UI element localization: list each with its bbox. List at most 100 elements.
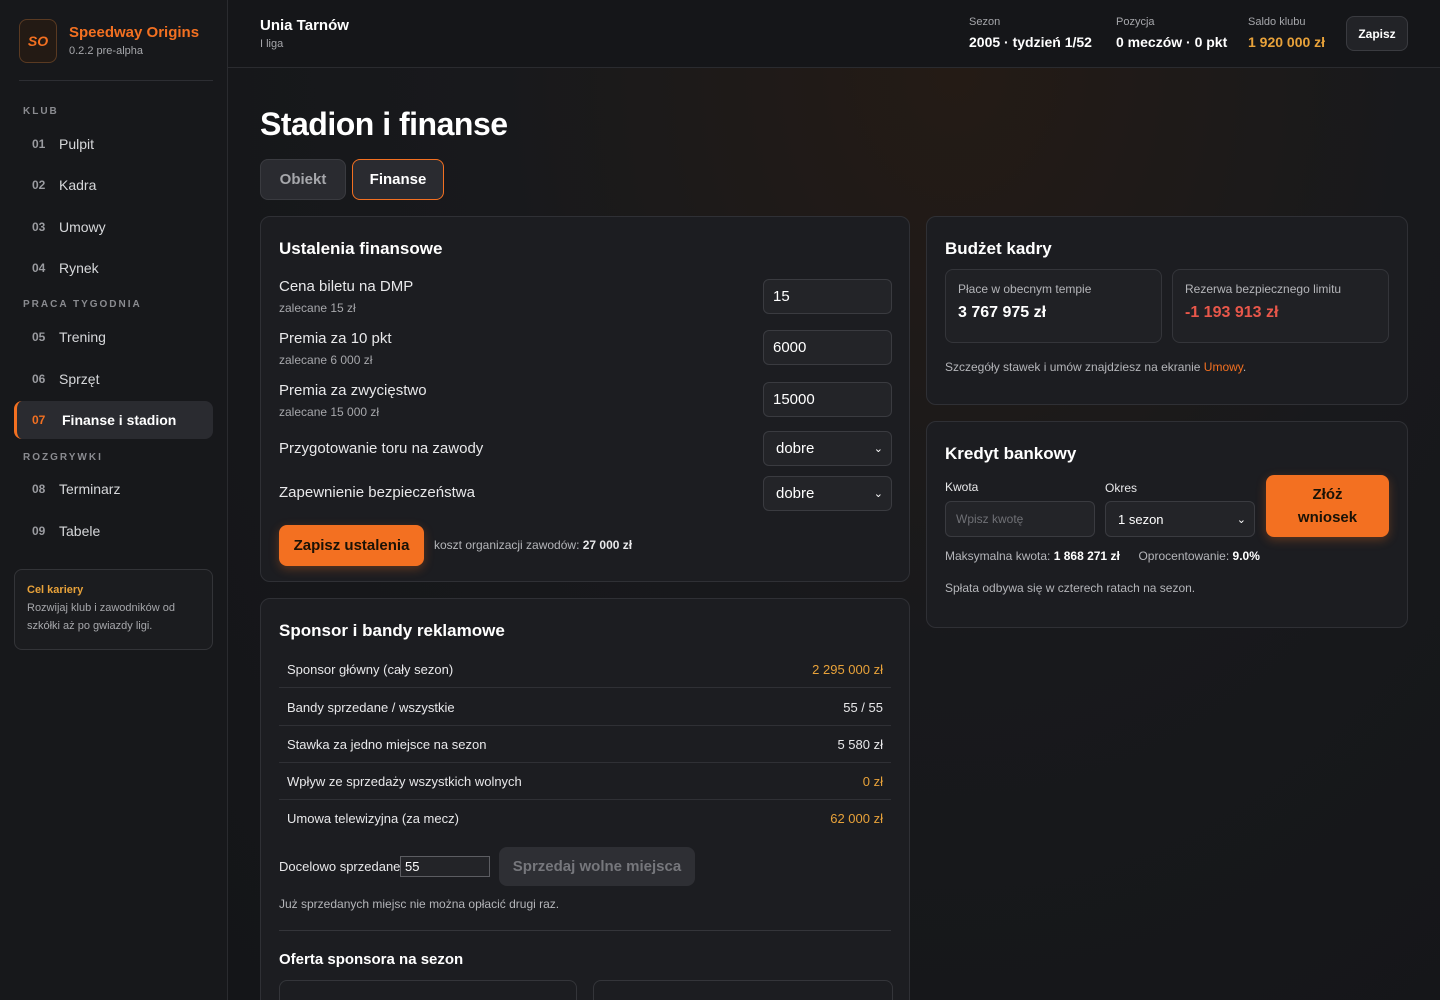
row-label: Stawka za jedno miejsce na sezon xyxy=(287,736,487,752)
app-name: Speedway Origins xyxy=(69,24,200,41)
sponsor-offer-option[interactable] xyxy=(279,980,577,1000)
row-value: 5 580 zł xyxy=(837,736,883,752)
nav-number: 06 xyxy=(32,372,46,386)
nav-label: Kadra xyxy=(59,177,97,193)
apply-loan-button[interactable]: Złóż wniosek xyxy=(1266,475,1389,537)
career-goal-card: Cel kariery Rozwijaj klub i zawodników o… xyxy=(14,569,213,650)
team-league: I liga xyxy=(260,38,284,50)
loan-period-select[interactable]: 1 sezon ⌄ xyxy=(1105,501,1255,537)
sidebar-item-kadra[interactable]: 02 Kadra xyxy=(14,166,213,204)
nav-label: Trening xyxy=(59,329,106,345)
topbar: Unia Tarnów I liga Sezon 2005 · tydzień … xyxy=(228,0,1440,68)
save-settings-button[interactable]: Zapisz ustalenia xyxy=(279,525,424,566)
sidebar-item-umowy[interactable]: 03 Umowy xyxy=(14,208,213,246)
loan-period-label: Okres xyxy=(1105,481,1138,495)
bank-loan-card: Kredyt bankowy Kwota Wpisz kwotę Okres 1… xyxy=(926,421,1408,628)
sidebar-item-rynek[interactable]: 04 Rynek xyxy=(14,249,213,287)
sidebar-item-trening[interactable]: 05 Trening xyxy=(14,318,213,356)
chevron-down-icon: ⌄ xyxy=(1236,513,1246,526)
ticket-price-input[interactable]: 15 xyxy=(763,279,892,314)
balance-value: 1 920 000 zł xyxy=(1248,34,1326,50)
sell-free-spots-button[interactable]: Sprzedaj wolne miejsca xyxy=(499,847,695,886)
nav-label: Sprzęt xyxy=(59,371,100,387)
divider xyxy=(279,930,891,931)
bonus-10pts-input[interactable]: 6000 xyxy=(763,330,892,365)
tab-obiekt[interactable]: Obiekt xyxy=(260,159,346,200)
safety-select[interactable]: dobre ⌄ xyxy=(763,476,892,511)
sponsor-offer-title: Oferta sponsora na sezon xyxy=(279,951,464,968)
nav-label: Finanse i stadion xyxy=(62,412,177,428)
nav-number: 01 xyxy=(32,137,46,151)
budget-note: Szczegóły stawek i umów znajdziesz na ek… xyxy=(945,360,1246,374)
safety-value: dobre xyxy=(776,485,815,502)
nav-label: Rynek xyxy=(59,260,99,276)
row-value: 0 zł xyxy=(862,773,883,789)
bonus-10pts-label: Premia za 10 pkt xyxy=(279,330,392,347)
brand: SO Speedway Origins 0.2.2 pre-alpha xyxy=(19,19,213,81)
max-amount-value: 1 868 271 zł xyxy=(1053,549,1120,563)
save-game-button[interactable]: Zapisz xyxy=(1346,16,1408,51)
nav-label: Terminarz xyxy=(59,481,121,497)
nav-number: 03 xyxy=(32,220,46,234)
track-prep-select[interactable]: dobre ⌄ xyxy=(763,431,892,466)
contracts-link[interactable]: Umowy xyxy=(1204,360,1243,374)
safety-label: Zapewnienie bezpieczeństwa xyxy=(279,484,475,501)
tab-finanse[interactable]: Finanse xyxy=(352,159,444,200)
row-value: 55 / 55 xyxy=(843,699,883,715)
app-version: 0.2.2 pre-alpha xyxy=(69,45,143,57)
sidebar-item-tabele[interactable]: 09 Tabele xyxy=(14,512,213,550)
nav-label: Tabele xyxy=(59,523,101,539)
card-title: Sponsor i bandy reklamowe xyxy=(279,621,505,640)
app-logo: SO xyxy=(19,19,57,63)
sponsor-card: Sponsor i bandy reklamowe Sponsor główny… xyxy=(260,598,910,1000)
apply-loan-line1: Złóż xyxy=(1312,486,1343,503)
card-title: Kredyt bankowy xyxy=(945,444,1077,463)
card-title: Budżet kadry xyxy=(945,239,1052,258)
table-row: Stawka za jedno miejsce na sezon 5 580 z… xyxy=(279,726,891,763)
reserve-value: -1 193 913 zł xyxy=(1185,304,1279,321)
event-cost-note: koszt organizacji zawodów: 27 000 zł xyxy=(434,538,632,552)
season-label: Sezon xyxy=(969,16,1001,28)
win-bonus-input[interactable]: 15000 xyxy=(763,382,892,417)
chevron-down-icon: ⌄ xyxy=(873,443,883,455)
row-label: Sponsor główny (cały sezon) xyxy=(287,661,454,677)
max-amount-label: Maksymalna kwota: xyxy=(945,549,1051,563)
ticket-price-label: Cena biletu na DMP xyxy=(279,278,414,295)
apply-loan-line2: wniosek xyxy=(1297,509,1358,526)
nav-number: 02 xyxy=(32,178,46,192)
sponsor-offer-option[interactable] xyxy=(593,980,893,1000)
track-prep-label: Przygotowanie toru na zawody xyxy=(279,440,484,457)
loan-amount-input[interactable]: Wpisz kwotę xyxy=(945,501,1095,537)
sidebar-item-pulpit[interactable]: 01 Pulpit xyxy=(14,125,213,163)
table-row: Wpływ ze sprzedaży wszystkich wolnych 0 … xyxy=(279,763,891,800)
position-value: 0 meczów · 0 pkt xyxy=(1116,34,1228,50)
sidebar-item-terminarz[interactable]: 08 Terminarz xyxy=(14,470,213,508)
squad-budget-card: Budżet kadry Płace w obecnym tempie 3 76… xyxy=(926,216,1408,405)
table-row: Sponsor główny (cały sezon) 2 295 000 zł xyxy=(279,651,891,688)
row-value: 2 295 000 zł xyxy=(812,661,883,677)
table-row: Bandy sprzedane / wszystkie 55 / 55 xyxy=(279,689,891,726)
win-bonus-hint: zalecane 15 000 zł xyxy=(279,405,380,419)
reserve-box: Rezerwa bezpiecznego limitu -1 193 913 z… xyxy=(1172,269,1389,343)
career-goal-title: Cel kariery xyxy=(27,584,84,596)
financial-settings-card: Ustalenia finansowe Cena biletu na DMP z… xyxy=(260,216,910,582)
nav-number: 08 xyxy=(32,482,46,496)
reserve-label: Rezerwa bezpiecznego limitu xyxy=(1185,282,1342,296)
nav-label: Umowy xyxy=(59,219,106,235)
page-title: Stadion i finanse xyxy=(260,106,508,142)
career-goal-text: Rozwijaj klub i zawodników od szkółki aż… xyxy=(27,602,175,632)
nav-section-praca-tygodnia: PRACA TYGODNIA xyxy=(23,299,142,310)
ticket-price-hint: zalecane 15 zł xyxy=(279,301,356,315)
sidebar-item-finanse-i-stadion[interactable]: 07 Finanse i stadion xyxy=(14,401,213,439)
loan-period-value: 1 sezon xyxy=(1118,511,1164,527)
sidebar-item-sprzet[interactable]: 06 Sprzęt xyxy=(14,360,213,398)
wages-label: Płace w obecnym tempie xyxy=(958,282,1092,296)
wages-value: 3 767 975 zł xyxy=(958,304,1047,321)
sold-spots-note: Już sprzedanych miejsc nie można opłacić… xyxy=(279,897,560,911)
wages-box: Płace w obecnym tempie 3 767 975 zł xyxy=(945,269,1162,343)
event-cost-label: koszt organizacji zawodów: xyxy=(434,538,580,552)
team-name: Unia Tarnów xyxy=(260,17,349,34)
sidebar: SO Speedway Origins 0.2.2 pre-alpha KLUB… xyxy=(0,0,228,1000)
target-sold-input[interactable]: 55 xyxy=(400,856,490,877)
loan-note: Spłata odbywa się w czterech ratach na s… xyxy=(945,581,1196,595)
